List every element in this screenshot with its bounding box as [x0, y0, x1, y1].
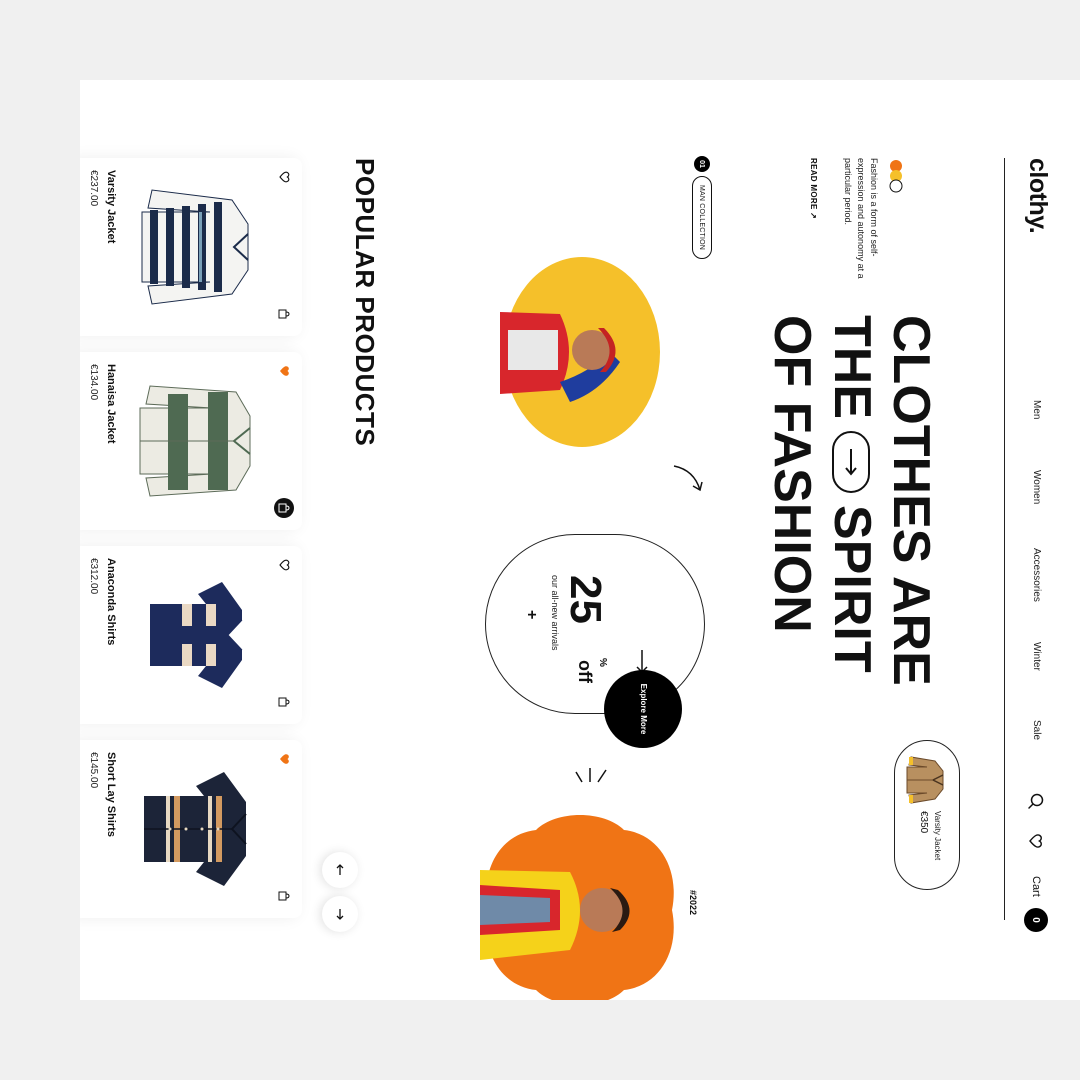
headline-line-1: CLOTHES ARE: [882, 315, 940, 686]
heart-filled-icon[interactable]: [278, 752, 292, 766]
nav-link-men[interactable]: Men: [1031, 400, 1042, 419]
heart-filled-icon[interactable]: [278, 364, 292, 378]
heart-icon[interactable]: [1027, 832, 1045, 850]
product-name: Hanaisa Jacket: [105, 364, 117, 444]
heart-outline-icon[interactable]: [278, 558, 292, 572]
product-price: €134.00: [88, 364, 99, 401]
product-card[interactable]: Anaconda Shirts €312.00: [80, 546, 302, 724]
featured-product-name: Varsity Jacket: [933, 811, 942, 861]
product-image: [141, 189, 249, 305]
product-name: Varsity Jacket: [105, 170, 117, 244]
bag-button[interactable]: [274, 886, 294, 906]
read-more-link[interactable]: READ MORE ↗: [809, 158, 818, 219]
discount-value: 25: [561, 575, 610, 624]
product-image: [139, 385, 251, 497]
product-name: Anaconda Shirts: [105, 558, 117, 646]
featured-product-pill[interactable]: Varsity Jacket €350: [894, 740, 960, 890]
carousel-next-button[interactable]: [322, 896, 358, 932]
nav-link-accessories[interactable]: Accessories: [1031, 548, 1042, 602]
arrow-up-icon: [336, 864, 344, 875]
carousel-prev-button[interactable]: [322, 852, 358, 888]
explore-more-button[interactable]: Explore More: [604, 670, 682, 748]
bag-icon: [278, 697, 290, 707]
featured-product-price: €350: [918, 811, 929, 834]
page: clothy. Men Women Accessories Winter Sal…: [80, 80, 1080, 1000]
product-price: €237.00: [88, 170, 99, 207]
product-image: [150, 582, 243, 688]
product-name: Short Lay Shirts: [105, 752, 117, 837]
bag-icon: [278, 503, 290, 513]
nav-divider: [1004, 158, 1005, 920]
hero-description: Fashion is a form of self-expression and…: [842, 158, 879, 279]
model-yellow-image: [500, 257, 660, 447]
discount-percent: %: [597, 658, 608, 667]
collection-tag[interactable]: MAN COLLECTION: [692, 176, 712, 260]
heart-outline-icon[interactable]: [278, 170, 292, 184]
nav-link-women[interactable]: Women: [1031, 470, 1042, 504]
hero-headline: CLOTHES ARE THE SPIRIT OF FASHION: [762, 315, 940, 686]
discount-off: off: [575, 660, 595, 683]
bag-button[interactable]: [274, 304, 294, 324]
product-card[interactable]: Short Lay Shirts €145.00: [80, 740, 302, 918]
arrow-right-icon: [845, 449, 857, 476]
headline-line-3: OF FASHION: [763, 315, 822, 633]
product-card[interactable]: Varsity Jacket €237.00: [80, 158, 302, 336]
collection-number-badge: 01: [694, 156, 710, 172]
color-dots-icon: [889, 160, 903, 193]
cart-count-badge[interactable]: 0: [1024, 908, 1048, 932]
discount-subtitle: our all-new arrivals: [550, 575, 560, 651]
bag-icon: [278, 891, 290, 901]
bag-icon: [278, 309, 290, 319]
bag-button-active[interactable]: [274, 498, 294, 518]
brand-logo[interactable]: clothy.: [1023, 158, 1052, 233]
headline-word-spirit: SPIRIT: [822, 505, 881, 673]
arrow-down-icon: [336, 909, 344, 920]
nav-link-sale[interactable]: Sale: [1031, 720, 1042, 740]
product-price: €312.00: [88, 558, 99, 595]
varsity-jacket-thumbnail: [906, 756, 944, 804]
product-card[interactable]: Hanaisa Jacket €134.00: [80, 352, 302, 530]
headline-arrow-button[interactable]: [832, 431, 871, 493]
cart-label[interactable]: Cart: [1030, 876, 1042, 897]
product-price: €145.00: [88, 752, 99, 789]
nav-link-winter[interactable]: Winter: [1031, 642, 1042, 671]
popular-products-title: POPULAR PRODUCTS: [350, 158, 380, 447]
search-icon[interactable]: [1027, 792, 1045, 810]
model-orange-image: [480, 815, 674, 1000]
headline-line-2: THE SPIRIT: [821, 315, 881, 686]
headline-word-the: THE: [822, 315, 881, 419]
bag-button[interactable]: [274, 692, 294, 712]
plus-icon[interactable]: +: [522, 610, 540, 619]
site-canvas: clothy. Men Women Accessories Winter Sal…: [80, 80, 1080, 1000]
product-image: [144, 772, 247, 886]
swoosh-arrow-icon: [673, 465, 703, 492]
year-tag: #2022: [688, 890, 698, 916]
